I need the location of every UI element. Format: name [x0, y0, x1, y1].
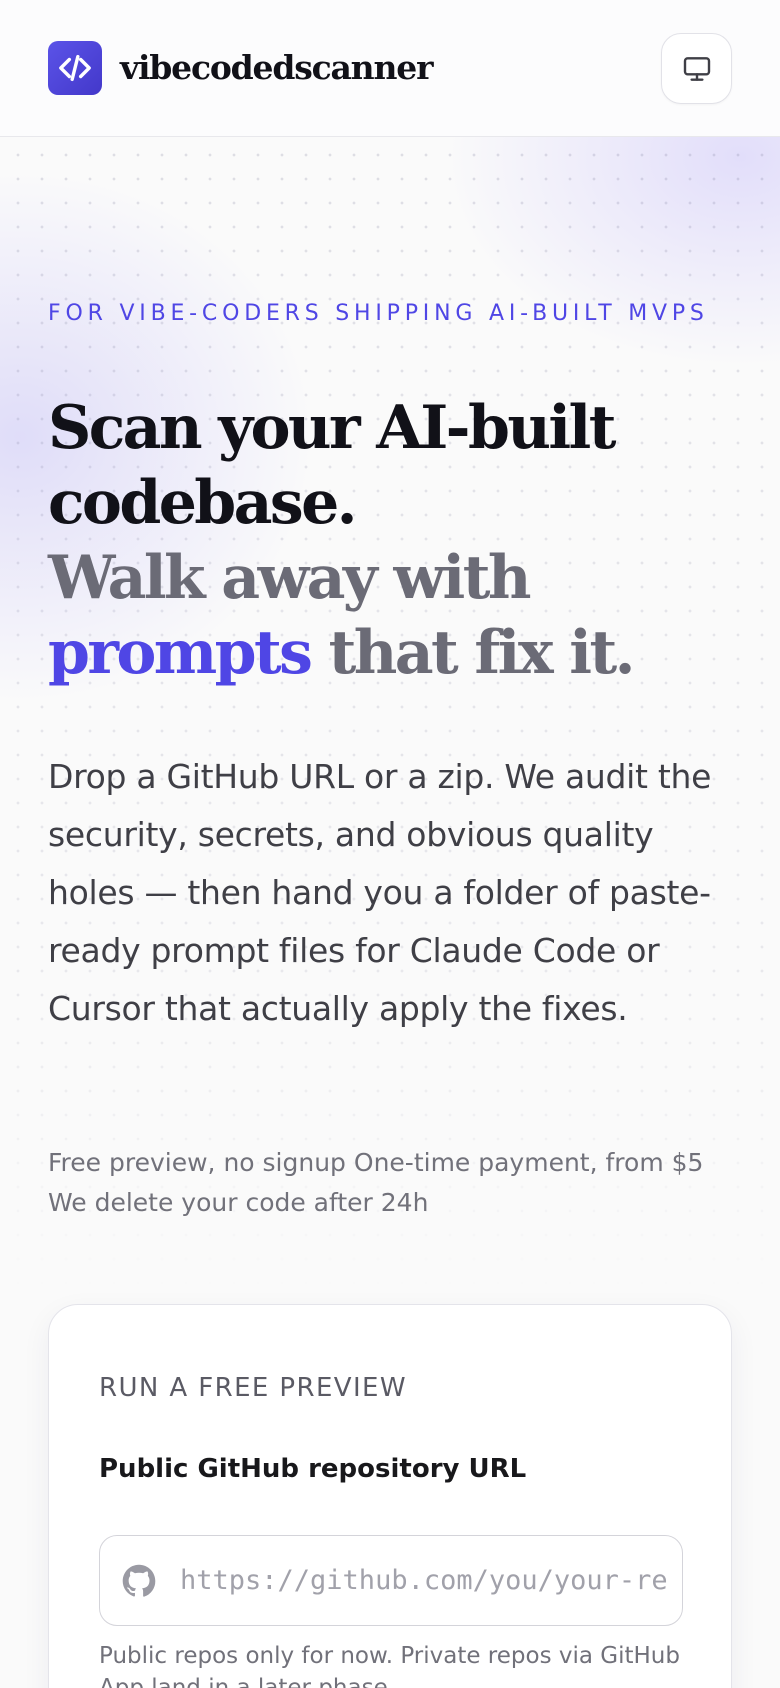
hero-headline: Scan your AI-built codebase. Walk away w…	[48, 391, 748, 691]
hero-meta-list: Free preview, no signup One-time payment…	[48, 1143, 748, 1223]
hero-lead-paragraph: Drop a GitHub URL or a zip. We audit the…	[48, 757, 712, 1028]
repo-url-field[interactable]	[99, 1535, 683, 1626]
code-brackets-icon	[59, 54, 91, 82]
preview-card-title: RUN A FREE PREVIEW	[99, 1373, 407, 1403]
meta-one-time-payment: One-time payment, from $5	[353, 1148, 704, 1177]
meta-code-deletion: We delete your code after 24h	[48, 1188, 429, 1217]
headline-line-1: Scan your AI-built codebase.	[48, 393, 616, 538]
monitor-icon	[683, 56, 710, 81]
site-header: vibecodedscanner	[0, 0, 780, 137]
hero-section: FOR VIBE-CODERS SHIPPING AI-BUILT MVPS S…	[0, 137, 780, 1688]
repo-url-hint: Public repos only for now. Private repos…	[99, 1643, 680, 1688]
github-icon	[122, 1564, 156, 1597]
brand-name[interactable]: vibecodedscanner	[120, 44, 433, 92]
repo-url-input[interactable]	[180, 1536, 670, 1624]
headline-line-2-suffix: that fix it.	[310, 618, 636, 688]
headline-line-2-prefix: Walk away with	[48, 543, 531, 613]
theme-toggle-button[interactable]	[661, 33, 732, 104]
logo[interactable]	[48, 41, 102, 95]
hero-eyebrow: FOR VIBE-CODERS SHIPPING AI-BUILT MVPS	[48, 301, 709, 326]
repo-url-label: Public GitHub repository URL	[99, 1454, 527, 1484]
headline-accent-word: prompts	[48, 618, 313, 688]
meta-free-preview: Free preview, no signup	[48, 1148, 346, 1177]
preview-card: RUN A FREE PREVIEW Public GitHub reposit…	[48, 1304, 732, 1688]
